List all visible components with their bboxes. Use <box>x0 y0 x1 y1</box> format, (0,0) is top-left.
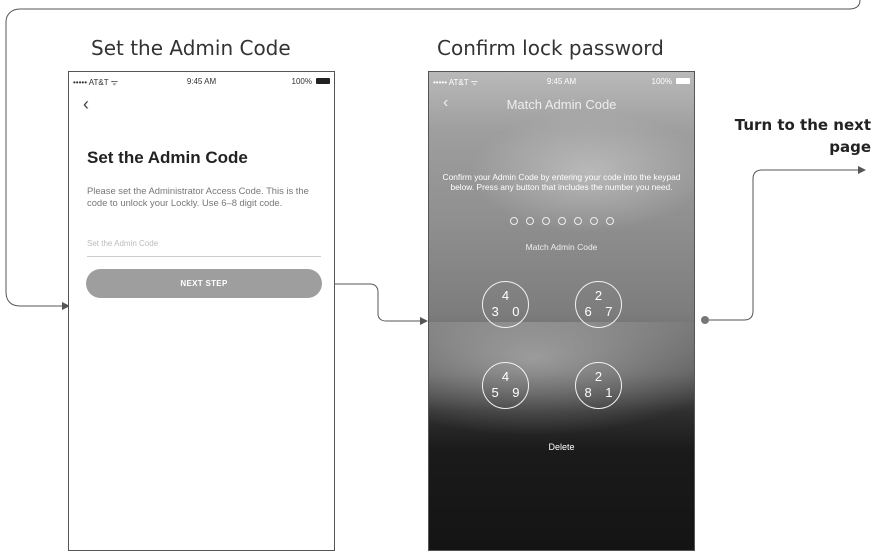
key-bottom-digits: 6 7 <box>584 304 618 319</box>
next-step-button[interactable]: NEXT STEP <box>86 269 322 298</box>
key-bottom-digits: 5 9 <box>491 385 525 400</box>
keypad-subtitle: Match Admin Code <box>525 242 598 252</box>
key-top-digit: 4 <box>501 369 510 384</box>
key-top-digit: 2 <box>594 369 603 384</box>
key-top-digit: 2 <box>594 288 603 303</box>
code-dot <box>573 217 582 225</box>
admin-code-input[interactable] <box>87 230 321 257</box>
arrow-head-right <box>858 166 866 174</box>
code-dots <box>429 212 694 230</box>
keypad-button[interactable]: 2 8 1 <box>575 362 622 409</box>
battery-icon <box>676 78 690 84</box>
keypad-button[interactable]: 4 5 9 <box>482 362 529 409</box>
chevron-left-icon[interactable]: ‹ <box>83 94 89 115</box>
status-bar: ••••• AT&T ᯤ 9:45 AM 100% <box>73 77 330 89</box>
turn-page-note: Turn to the next page <box>734 116 871 156</box>
phone-set-admin-code: ••••• AT&T ᯤ 9:45 AM 100% ‹ Set the Admi… <box>68 71 335 551</box>
page-heading: Set the Admin Code <box>87 148 248 167</box>
arrow-head-mid <box>420 317 428 325</box>
code-dot <box>589 217 598 225</box>
phone-match-admin-code: ••••• AT&T ᯤ 9:45 AM 100% ‹ Match Admin … <box>428 71 695 551</box>
connector-dot-phone2 <box>701 316 709 324</box>
keypad-button[interactable]: 2 6 7 <box>575 281 622 328</box>
battery-icon <box>316 78 330 84</box>
page-description: Please set the Administrator Access Code… <box>87 185 309 208</box>
code-dot <box>605 217 614 225</box>
code-dot <box>541 217 550 225</box>
status-bar: ••••• AT&T ᯤ 9:45 AM 100% <box>433 77 690 89</box>
page-title: Match Admin Code <box>506 97 617 112</box>
left-panel-title: Set the Admin Code <box>91 36 291 60</box>
code-dot <box>557 217 566 225</box>
background-cloud <box>429 322 694 442</box>
key-bottom-digits: 3 0 <box>491 304 525 319</box>
keypad-button[interactable]: 4 3 0 <box>482 281 529 328</box>
code-dot <box>509 217 518 225</box>
battery-percent: 100% <box>291 77 312 86</box>
page-description: Confirm your Admin Code by entering your… <box>442 172 681 192</box>
next-page-connector <box>705 169 858 321</box>
right-panel-title: Confirm lock password <box>437 36 664 60</box>
battery-percent: 100% <box>651 77 672 86</box>
key-bottom-digits: 8 1 <box>584 385 618 400</box>
code-dot <box>525 217 534 225</box>
key-top-digit: 4 <box>501 288 510 303</box>
delete-button[interactable]: Delete <box>429 442 694 452</box>
